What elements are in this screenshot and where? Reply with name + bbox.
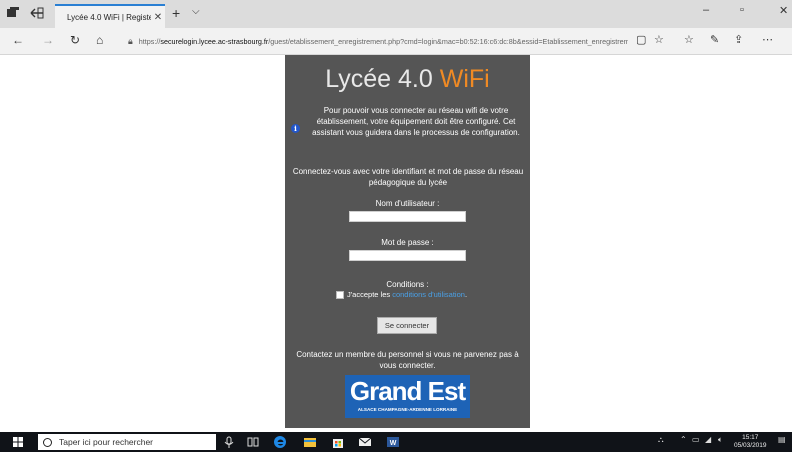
- login-panel: Lycée 4.0 WiFi i Pour pouvoir vous conne…: [285, 55, 530, 428]
- password-input[interactable]: [349, 250, 466, 261]
- username-input[interactable]: [349, 211, 466, 222]
- edge-icon[interactable]: [273, 435, 287, 449]
- microphone-icon[interactable]: [222, 435, 236, 449]
- task-view-icon[interactable]: [246, 435, 260, 449]
- title-bar: Lycée 4.0 WiFi | Register ✕ + ⌵ – ▫ ✕: [0, 0, 792, 28]
- grand-est-logo: Grand Est ALSACE CHAMPAGNE-ARDENNE LORRA…: [345, 375, 470, 418]
- info-icon: i: [291, 124, 300, 133]
- search-placeholder: Taper ici pour rechercher: [59, 437, 154, 447]
- show-hidden-icons[interactable]: ⌃: [680, 435, 687, 444]
- svg-text:W: W: [390, 440, 397, 447]
- brand-title-wifi: WiFi: [439, 65, 490, 93]
- network-icon[interactable]: ◢: [705, 435, 711, 444]
- refresh-icon[interactable]: ↻: [70, 33, 80, 47]
- more-icon[interactable]: ⋯: [762, 33, 773, 46]
- volume-icon[interactable]: 🔈︎: [718, 435, 723, 445]
- home-icon[interactable]: ⌂: [96, 33, 103, 47]
- tab-active[interactable]: Lycée 4.0 WiFi | Register ✕: [55, 4, 165, 28]
- cortana-icon: [43, 437, 52, 447]
- intro-text: Pour pouvoir vous connecter au réseau wi…: [312, 106, 520, 137]
- file-explorer-icon[interactable]: [303, 435, 317, 449]
- clock-date: 05/03/2019: [734, 442, 767, 449]
- contact-text: Contactez un membre du personnel si vous…: [296, 350, 519, 370]
- lock-icon: 🔒︎: [128, 35, 133, 46]
- tab-title: Lycée 4.0 WiFi | Register: [67, 12, 151, 22]
- close-window-button[interactable]: ✕: [779, 4, 788, 17]
- accept-text: J'accepte les: [347, 290, 391, 299]
- back-icon[interactable]: ←: [12, 33, 24, 47]
- connect-instructions: Connectez-vous avec votre identifiant et…: [292, 167, 524, 187]
- battery-icon[interactable]: ▭: [692, 435, 700, 444]
- username-label: Nom d'utilisateur :: [375, 199, 440, 208]
- password-label: Mot de passe :: [381, 238, 434, 247]
- brand-title: Lycée 4.0 WiFi: [285, 65, 530, 94]
- taskbar-search[interactable]: Taper ici pour rechercher: [38, 434, 216, 450]
- minimize-button[interactable]: –: [703, 4, 709, 16]
- logo-subtitle: ALSACE CHAMPAGNE-ARDENNE LORRAINE: [357, 407, 458, 412]
- people-icon[interactable]: ⛬: [658, 435, 664, 445]
- brand-title-part1: Lycée 4.0: [325, 65, 433, 93]
- login-button[interactable]: Se connecter: [377, 317, 437, 334]
- forward-icon[interactable]: →: [42, 33, 54, 47]
- conditions-link[interactable]: conditions d'utilisation: [392, 290, 465, 299]
- store-icon[interactable]: [331, 435, 345, 449]
- tab-preview-icon[interactable]: ⌵: [192, 6, 200, 17]
- url-domain: securelogin.lycee.ac-strasbourg.fr: [160, 36, 269, 46]
- reading-view-icon[interactable]: ▢: [636, 33, 646, 46]
- conditions-label: Conditions :: [386, 280, 429, 289]
- address-bar[interactable]: 🔒︎ https://securelogin.lycee.ac-strasbou…: [128, 33, 628, 49]
- taskbar-clock[interactable]: 15:17 05/03/2019: [734, 434, 767, 450]
- url-prefix: https://: [138, 36, 161, 46]
- accept-suffix: .: [464, 290, 468, 299]
- action-center-icon[interactable]: ▤: [778, 435, 786, 444]
- url-path: /guest/etablissement_enregistrement.php?…: [268, 36, 628, 46]
- taskbar: Taper ici pour rechercher W ⛬ ⌃ ▭ ◢ 🔈︎ 1…: [0, 432, 792, 452]
- accept-conditions-row: J'accepte les conditions d'utilisation.: [336, 290, 467, 299]
- share-icon[interactable]: ⇪: [734, 33, 743, 46]
- tab-actions-icon[interactable]: [6, 7, 20, 19]
- logo-title: Grand Est: [349, 376, 466, 406]
- word-icon[interactable]: W: [386, 435, 400, 449]
- new-tab-button[interactable]: +: [172, 5, 180, 21]
- accept-checkbox[interactable]: [336, 290, 344, 299]
- tab-close-icon[interactable]: ✕: [151, 12, 165, 23]
- navigation-bar: ← → ↻ ⌂ 🔒︎ https://securelogin.lycee.ac-…: [0, 28, 792, 55]
- mail-icon[interactable]: [358, 435, 372, 449]
- clock-time: 15:17: [742, 434, 759, 441]
- favorite-star-icon[interactable]: ☆: [654, 33, 664, 46]
- set-tabs-aside-icon[interactable]: [30, 7, 44, 19]
- pen-icon[interactable]: ✎: [710, 33, 719, 46]
- windows-start-icon[interactable]: [13, 437, 23, 447]
- maximize-button[interactable]: ▫: [740, 4, 744, 16]
- favorites-hub-icon[interactable]: ☆: [684, 33, 694, 46]
